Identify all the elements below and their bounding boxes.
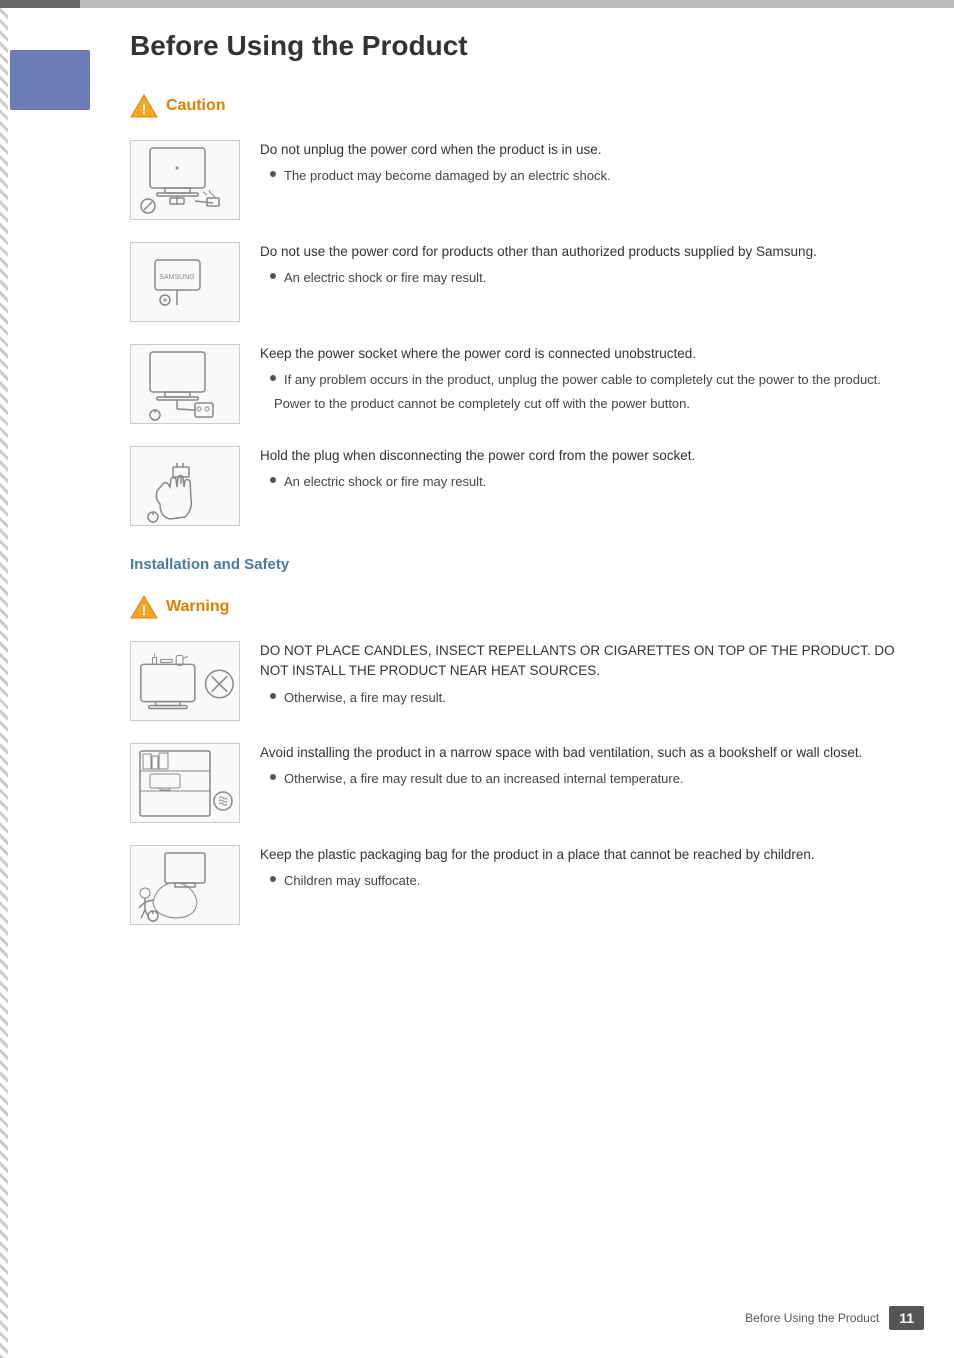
caution-item-1: Do not unplug the power cord when the pr… [130,140,924,220]
left-sidebar [0,0,120,1350]
sidebar-diagonal-stripe [0,8,8,1358]
warning-section-header: ! Warning [130,593,924,621]
warning-triangle-icon: ! [130,593,158,621]
main-content: Before Using the Product ! Caution [130,0,924,987]
warning-image-1 [130,641,240,721]
caution-main-2: Do not use the power cord for products o… [260,242,924,262]
caution-image-3 [130,344,240,424]
caution-item-4: Hold the plug when disconnecting the pow… [130,446,924,526]
bullet-dot [270,876,276,882]
caution-bullet-text-4: An electric shock or fire may result. [284,472,486,492]
warning-item-3: Keep the plastic packaging bag for the p… [130,845,924,925]
caution-item-2: SAMSUNG Do not use the power cord for pr… [130,242,924,322]
warning-bullet-1: Otherwise, a fire may result. [270,688,924,708]
warning-main-3: Keep the plastic packaging bag for the p… [260,845,924,865]
top-stripe [0,0,954,8]
svg-text:!: ! [142,101,147,117]
warning-bullet-text-3: Children may suffocate. [284,871,420,891]
warning-bullet-3: Children may suffocate. [270,871,924,891]
caution-text-1: Do not unplug the power cord when the pr… [260,140,924,186]
bullet-dot [270,774,276,780]
bullet-dot [270,693,276,699]
caution-section-header: ! Caution [130,92,924,120]
caution-bullet-4: An electric shock or fire may result. [270,472,924,492]
caution-bullet-2: An electric shock or fire may result. [270,268,924,288]
caution-bullet-text-1: The product may become damaged by an ele… [284,166,611,186]
caution-main-1: Do not unplug the power cord when the pr… [260,140,924,160]
caution-main-4: Hold the plug when disconnecting the pow… [260,446,924,466]
caution-item-3: Keep the power socket where the power co… [130,344,924,424]
caution-text-2: Do not use the power cord for products o… [260,242,924,288]
page-title: Before Using the Product [130,20,924,62]
warning-main-1: DO NOT PLACE CANDLES, INSECT REPELLANTS … [260,641,924,682]
warning-label: Warning [166,598,229,616]
caution-bullet-text-3: If any problem occurs in the product, un… [284,370,881,390]
bullet-dot [270,477,276,483]
caution-image-4 [130,446,240,526]
caution-text-4: Hold the plug when disconnecting the pow… [260,446,924,492]
caution-triangle-icon: ! [130,92,158,120]
caution-bullet-text-2: An electric shock or fire may result. [284,268,486,288]
footer-text: Before Using the Product [745,1311,879,1325]
caution-image-1 [130,140,240,220]
warning-bullet-text-2: Otherwise, a fire may result due to an i… [284,769,684,789]
warning-bullet-2: Otherwise, a fire may result due to an i… [270,769,924,789]
caution-text-3: Keep the power socket where the power co… [260,344,924,413]
caution-bullet-1: The product may become damaged by an ele… [270,166,924,186]
warning-text-2: Avoid installing the product in a narrow… [260,743,924,789]
installation-heading: Installation and Safety [130,556,924,573]
warning-text-1: DO NOT PLACE CANDLES, INSECT REPELLANTS … [260,641,924,707]
caution-sub-bullet-3: Power to the product cannot be completel… [274,394,924,414]
warning-bullet-text-1: Otherwise, a fire may result. [284,688,446,708]
warning-image-2 [130,743,240,823]
svg-text:!: ! [142,602,147,618]
page-number: 11 [889,1306,924,1330]
page-footer: Before Using the Product 11 [745,1306,924,1330]
caution-bullet-3: If any problem occurs in the product, un… [270,370,924,390]
warning-main-2: Avoid installing the product in a narrow… [260,743,924,763]
svg-text:SAMSUNG: SAMSUNG [159,274,194,281]
warning-item-2: Avoid installing the product in a narrow… [130,743,924,823]
caution-label: Caution [166,97,226,115]
caution-main-3: Keep the power socket where the power co… [260,344,924,364]
bullet-dot [270,171,276,177]
sidebar-blue-block [10,50,90,110]
warning-image-3 [130,845,240,925]
bullet-dot [270,273,276,279]
warning-item-1: DO NOT PLACE CANDLES, INSECT REPELLANTS … [130,641,924,721]
caution-image-2: SAMSUNG [130,242,240,322]
warning-text-3: Keep the plastic packaging bag for the p… [260,845,924,891]
bullet-dot [270,375,276,381]
